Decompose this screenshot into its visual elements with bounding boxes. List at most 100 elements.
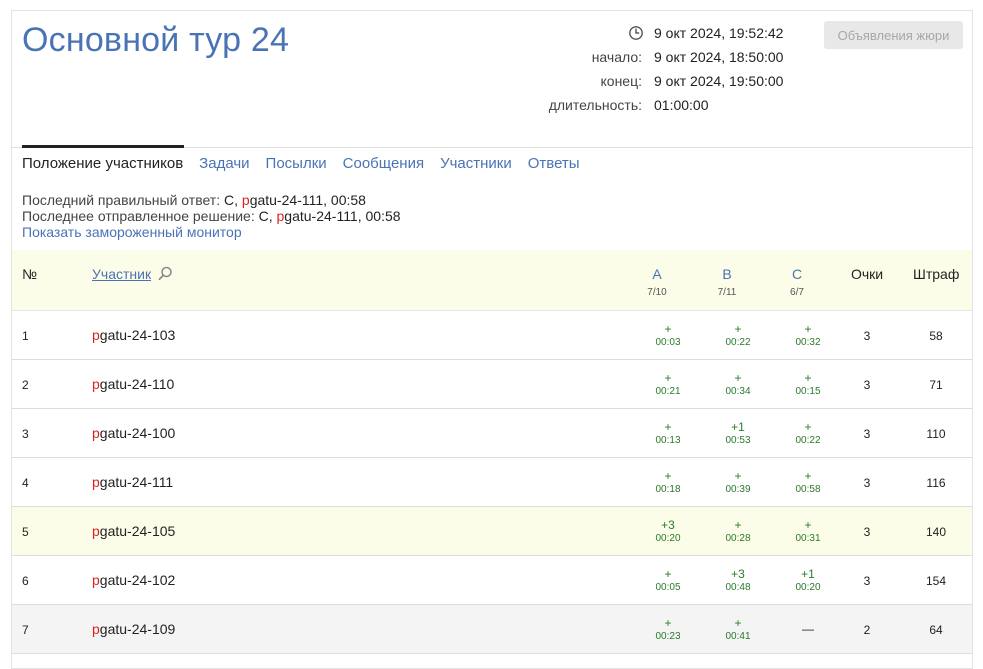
participant-name[interactable]: pgatu-24-110	[92, 376, 174, 392]
participant-name[interactable]: pgatu-24-105	[92, 523, 175, 539]
last-submitted-user: gatu-24-111,	[284, 208, 362, 224]
participant-name[interactable]: pgatu-24-109	[92, 621, 175, 637]
result-time: 00:20	[655, 533, 681, 544]
jury-announcements-button[interactable]: Объявления жюри	[824, 21, 963, 49]
tab-participants[interactable]: Участники	[440, 155, 512, 172]
search-icon[interactable]	[158, 266, 173, 281]
table-row: 4 pgatu-24-111 +00:18 +00:39 +00:58 3 116	[12, 458, 972, 507]
problem-result[interactable]: +00:03	[643, 322, 693, 349]
participant-prefix: p	[92, 474, 100, 490]
participant-name[interactable]: pgatu-24-103	[92, 327, 175, 343]
result-time: 00:21	[655, 386, 681, 397]
row-rank: 4	[22, 476, 29, 490]
last-submitted-time: 00:58	[365, 208, 401, 224]
problem-a-header[interactable]: A 7/10	[637, 266, 677, 298]
tab-submissions[interactable]: Посылки	[266, 155, 327, 172]
problem-result[interactable]: +1 00:53	[713, 420, 763, 447]
problem-result[interactable]: +3 00:48	[713, 567, 763, 594]
table-row: 2 pgatu-24-110 +00:21 +00:34 +00:15 3 71	[12, 360, 972, 409]
problem-result[interactable]: —	[783, 622, 833, 636]
result-mark: +	[664, 420, 672, 434]
table-row: 1 pgatu-24-103 +00:03 +00:22 +00:32 3 58	[12, 311, 972, 360]
participant-prefix: p	[92, 425, 100, 441]
participant-name[interactable]: pgatu-24-100	[92, 425, 175, 441]
result-mark: +	[664, 567, 672, 581]
tab-problems[interactable]: Задачи	[199, 155, 249, 172]
participant-prefix: p	[92, 621, 100, 637]
last-submitted-label: Последнее отправленное решение:	[22, 208, 255, 224]
row-rank: 3	[22, 427, 29, 441]
problem-result[interactable]: +00:41	[713, 616, 763, 643]
participant-name[interactable]: pgatu-24-111	[92, 474, 173, 490]
problem-result[interactable]: +00:58	[783, 469, 833, 496]
participant-prefix: p	[92, 572, 100, 588]
col-participant-header[interactable]: Участник	[92, 266, 151, 282]
result-mark: +	[664, 322, 672, 336]
table-body: 1 pgatu-24-103 +00:03 +00:22 +00:32 3 58 2 pgatu…	[12, 311, 972, 654]
last-correct-line: Последний правильный ответ: C, pgatu-24-…	[22, 192, 401, 208]
show-frozen-monitor-link[interactable]: Показать замороженный монитор	[22, 224, 401, 240]
participant-prefix: p	[92, 376, 100, 392]
problem-result[interactable]: +00:18	[643, 469, 693, 496]
result-mark: +	[734, 371, 742, 385]
result-mark: +	[734, 616, 742, 630]
result-mark: +1	[801, 567, 815, 581]
problem-result[interactable]: +00:05	[643, 567, 693, 594]
result-time: 00:13	[655, 435, 681, 446]
participant-prefix: p	[92, 523, 100, 539]
row-penalty: 116	[926, 476, 946, 490]
problem-result[interactable]: +00:13	[643, 420, 693, 447]
problem-c-letter[interactable]: C	[777, 266, 817, 282]
table-header: № Участник A 7/10 B 7/11 C 6/7 Очки Штра…	[12, 250, 972, 311]
result-time: 00:48	[725, 582, 751, 593]
row-rank: 5	[22, 525, 29, 539]
participant-name[interactable]: pgatu-24-102	[92, 572, 175, 588]
result-mark: +	[734, 469, 742, 483]
result-time: 00:20	[795, 582, 821, 593]
result-mark: +	[664, 616, 672, 630]
tab-answers[interactable]: Ответы	[528, 155, 580, 172]
problem-b-header[interactable]: B 7/11	[707, 266, 747, 298]
duration-value: 01:00:00	[654, 97, 709, 113]
problem-result[interactable]: +00:28	[713, 518, 763, 545]
result-time: 00:32	[795, 337, 821, 348]
problem-result[interactable]: +00:15	[783, 371, 833, 398]
problem-c-ratio: 6/7	[790, 287, 804, 298]
table-row: 7 pgatu-24-109 +00:23 +00:41—2 64	[12, 605, 972, 654]
result-time: 00:34	[725, 386, 751, 397]
col-penalty-header: Штраф	[913, 266, 960, 282]
problem-result[interactable]: +00:23	[643, 616, 693, 643]
result-mark: +	[734, 518, 742, 532]
result-mark: +	[664, 469, 672, 483]
problem-result[interactable]: +00:32	[783, 322, 833, 349]
row-points: 3	[863, 574, 871, 588]
problem-result[interactable]: +3 00:20	[643, 518, 693, 545]
result-mark: +	[804, 322, 812, 336]
result-mark: +	[804, 518, 812, 532]
tab-messages[interactable]: Сообщения	[343, 155, 424, 172]
last-correct-label: Последний правильный ответ:	[22, 192, 221, 208]
result-mark: +1	[731, 420, 745, 434]
problem-result[interactable]: +1 00:20	[783, 567, 833, 594]
row-penalty: 110	[926, 427, 946, 441]
row-points: 3	[863, 329, 871, 343]
result-mark: +	[804, 469, 812, 483]
problem-a-letter[interactable]: A	[637, 266, 677, 282]
problem-b-letter[interactable]: B	[707, 266, 747, 282]
problem-result[interactable]: +00:21	[643, 371, 693, 398]
problem-a-ratio: 7/10	[647, 287, 667, 298]
tab-standings[interactable]: Положение участников	[22, 155, 183, 172]
row-points: 3	[863, 427, 871, 441]
standings-table: № Участник A 7/10 B 7/11 C 6/7 Очки Штра…	[12, 250, 972, 654]
table-row: 5 pgatu-24-105 +3 00:20 +00:28 +00:31 3 140	[12, 507, 972, 556]
problem-result[interactable]: +00:31	[783, 518, 833, 545]
participant-login: gatu-24-111	[99, 474, 174, 490]
problem-result[interactable]: +00:34	[713, 371, 763, 398]
result-time: 00:05	[655, 582, 681, 593]
problem-result[interactable]: +00:22	[783, 420, 833, 447]
problem-result[interactable]: +00:22	[713, 322, 763, 349]
row-penalty: 140	[925, 525, 947, 539]
problem-c-header[interactable]: C 6/7	[777, 266, 817, 298]
problem-result[interactable]: +00:39	[713, 469, 763, 496]
participant-login: gatu-24-103	[99, 327, 176, 343]
